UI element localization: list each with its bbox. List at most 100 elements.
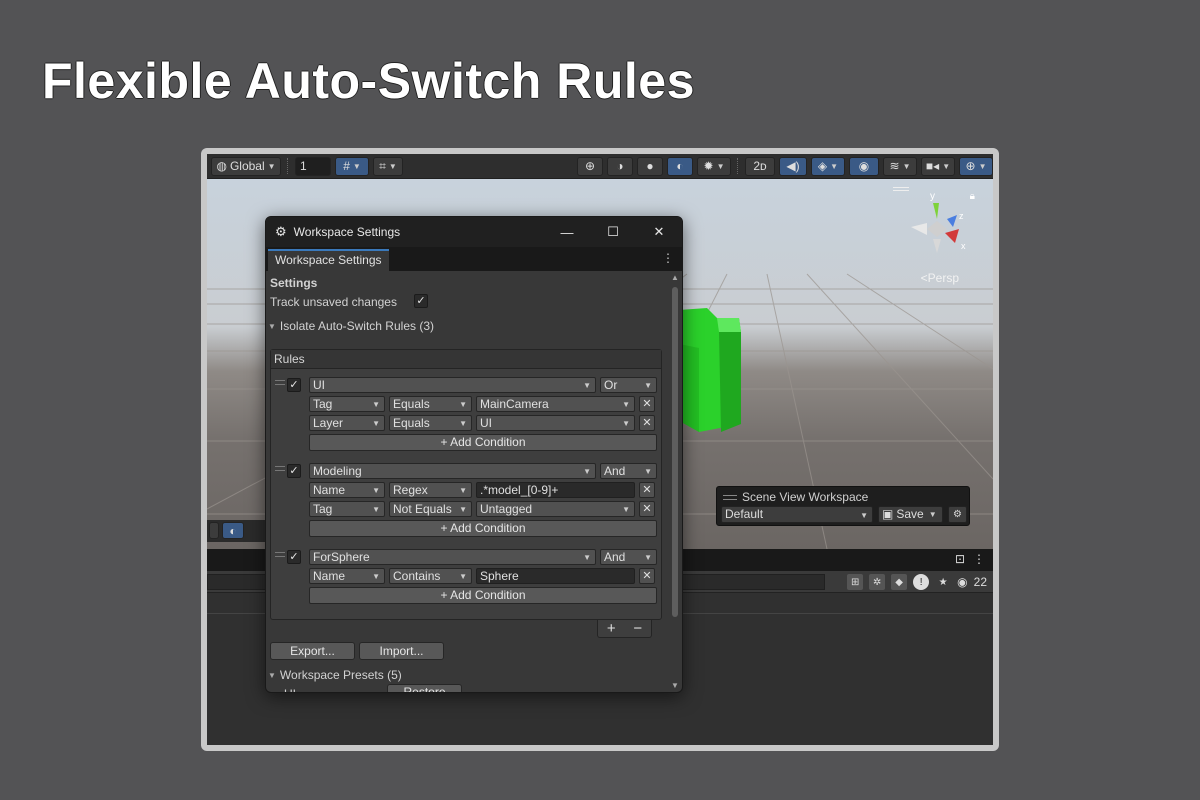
rule-logic-value: And [604, 464, 626, 478]
condition-field-dropdown[interactable]: Name ▼ [309, 482, 385, 498]
condition-field-dropdown[interactable]: Tag ▼ [309, 501, 385, 517]
pivot-rotation-dropdown[interactable]: ◍ Global ▼ [211, 156, 281, 176]
effects-button[interactable]: ◈ ▼ [811, 156, 845, 176]
peek-moon-button[interactable]: ◐ [222, 522, 244, 539]
checkmark-icon: ✓ [416, 295, 426, 307]
rule-enabled-checkbox[interactable]: ✓ [287, 378, 301, 392]
track-unsaved-checkbox[interactable]: ✓ [414, 294, 428, 308]
remove-rule-button[interactable]: − [633, 620, 642, 637]
window-titlebar[interactable]: ⚙ Workspace Settings — ☐ ✕ [266, 217, 682, 247]
presets-foldout[interactable]: ▼ Workspace Presets (5) [268, 668, 402, 682]
rule-logic-dropdown[interactable]: And ▼ [600, 549, 657, 565]
rule-enabled-checkbox[interactable]: ✓ [287, 464, 301, 478]
condition-operator-dropdown[interactable]: Contains ▼ [389, 568, 472, 584]
save-workspace-button[interactable]: ▣ Save ▼ [878, 506, 943, 523]
draw-mode-shaded-button[interactable]: ● [637, 156, 663, 176]
visibility-toggle-button[interactable]: ◉ [849, 156, 879, 176]
perspective-toggle[interactable]: <Persp [921, 271, 959, 285]
2d-toggle-button[interactable]: 2ᴅ [745, 156, 775, 176]
scroll-down-icon[interactable]: ▼ [671, 681, 679, 690]
rule-enabled-checkbox[interactable]: ✓ [287, 550, 301, 564]
orientation-gizmo[interactable]: y z x [897, 189, 977, 269]
remove-condition-button[interactable]: ✕ [639, 501, 655, 517]
import-button[interactable]: Import... [359, 642, 444, 660]
condition-field-dropdown[interactable]: Layer ▼ [309, 415, 385, 431]
kebab-menu-icon[interactable]: ⋮ [662, 251, 674, 265]
rule-logic-dropdown[interactable]: Or ▼ [600, 377, 657, 393]
condition-value-input[interactable]: .*model_[0-9]+ [476, 482, 635, 498]
remove-condition-button[interactable]: ✕ [639, 568, 655, 584]
rules-foldout[interactable]: ▼ Isolate Auto-Switch Rules (3) [268, 319, 434, 333]
remove-condition-button[interactable]: ✕ [639, 396, 655, 412]
lock-icon[interactable]: ⊡ [955, 552, 965, 566]
rule-name-field[interactable]: ForSphere ▼ [309, 549, 596, 565]
add-condition-button[interactable]: + Add Condition [309, 587, 657, 604]
tab-workspace-settings[interactable]: Workspace Settings [268, 249, 389, 271]
condition-operator-dropdown[interactable]: Not Equals ▼ [389, 501, 472, 517]
condition-field-dropdown[interactable]: Name ▼ [309, 568, 385, 584]
chevron-down-icon: ▼ [388, 161, 397, 171]
preset-name-label: UI [284, 687, 296, 692]
rule-logic-dropdown[interactable]: And ▼ [600, 463, 657, 479]
minimize-button[interactable]: — [544, 217, 590, 247]
remove-condition-button[interactable]: ✕ [639, 415, 655, 431]
add-condition-button[interactable]: + Add Condition [309, 434, 657, 451]
draw-mode-shaded-wire-button[interactable]: ◑ [607, 156, 633, 176]
warning-icon[interactable]: ! [913, 574, 930, 590]
camera-settings-button[interactable]: ■◂ ▼ [921, 156, 955, 176]
chevron-down-icon: ▼ [622, 505, 630, 514]
close-button[interactable]: ✕ [636, 217, 682, 247]
peek-button-1[interactable] [209, 522, 219, 539]
gizmo-globe-icon: ⊕ [965, 159, 976, 173]
chevron-down-icon: ▼ [459, 400, 467, 409]
gear-icon: ⚙ [953, 509, 962, 520]
condition-field-dropdown[interactable]: Tag ▼ [309, 396, 385, 412]
search-by-label-icon[interactable]: ✲ [869, 574, 886, 590]
remove-condition-button[interactable]: ✕ [639, 482, 655, 498]
condition-operator-dropdown[interactable]: Equals ▼ [389, 415, 472, 431]
grid-size-field[interactable]: 1 [295, 156, 331, 176]
audio-toggle-button[interactable]: ◀) [779, 156, 807, 176]
rule-drag-handle[interactable] [275, 380, 285, 385]
rule-drag-handle[interactable] [275, 466, 285, 471]
rule-name-field[interactable]: Modeling ▼ [309, 463, 596, 479]
rule-drag-handle[interactable] [275, 552, 285, 557]
export-button[interactable]: Export... [270, 642, 355, 660]
condition-value-input[interactable]: Sphere [476, 568, 635, 584]
star-icon[interactable]: ★ [935, 574, 951, 590]
window-scrollbar[interactable]: ▲ ▼ [669, 273, 681, 690]
scroll-up-icon[interactable]: ▲ [671, 273, 679, 282]
draw-mode-wireframe-button[interactable]: ⊕ [577, 156, 603, 176]
hidden-layers-button[interactable]: ≋ ▼ [883, 156, 917, 176]
workspace-select[interactable]: Default ▼ [721, 506, 873, 523]
condition-value-dropdown[interactable]: Untagged ▼ [476, 501, 635, 517]
rule-logic-value: Or [604, 378, 618, 392]
grid-visibility-button[interactable]: # ▼ [335, 156, 369, 176]
chevron-down-icon: ▼ [644, 381, 652, 390]
overlay-drag-handle[interactable] [723, 494, 737, 500]
condition-operator-dropdown[interactable]: Regex ▼ [389, 482, 472, 498]
scrollbar-thumb[interactable] [672, 287, 678, 617]
add-condition-button[interactable]: + Add Condition [309, 520, 657, 537]
window-tab-row: Workspace Settings ⋮ [266, 247, 682, 271]
condition-operator-value: Regex [393, 483, 428, 497]
maximize-button[interactable]: ☐ [590, 217, 636, 247]
search-by-type-icon[interactable]: ⊞ [847, 574, 864, 590]
lighting-button[interactable]: ✹ ▼ [697, 156, 731, 176]
condition-operator-dropdown[interactable]: Equals ▼ [389, 396, 472, 412]
add-rule-button[interactable]: + [607, 620, 616, 637]
global-label: Global [229, 159, 265, 173]
checkmark-icon: ✓ [289, 551, 299, 563]
workspace-settings-button[interactable]: ⚙ [948, 506, 967, 523]
restore-preset-button[interactable]: Restore [387, 684, 462, 692]
rule-name-field[interactable]: UI ▼ [309, 377, 596, 393]
condition-value-dropdown[interactable]: MainCamera ▼ [476, 396, 635, 412]
hidden-packages-icon[interactable]: ◉ [957, 575, 967, 589]
draw-mode-unlit-button[interactable]: ◐ [667, 156, 693, 176]
rule-name-value: Modeling [313, 464, 362, 478]
kebab-menu-icon[interactable]: ⋮ [973, 552, 985, 566]
tag-icon[interactable]: ◆ [891, 574, 908, 590]
snap-button[interactable]: ⌗ ▼ [373, 156, 403, 176]
gizmos-button[interactable]: ⊕ ▼ [959, 156, 993, 176]
condition-value-dropdown[interactable]: UI ▼ [476, 415, 635, 431]
